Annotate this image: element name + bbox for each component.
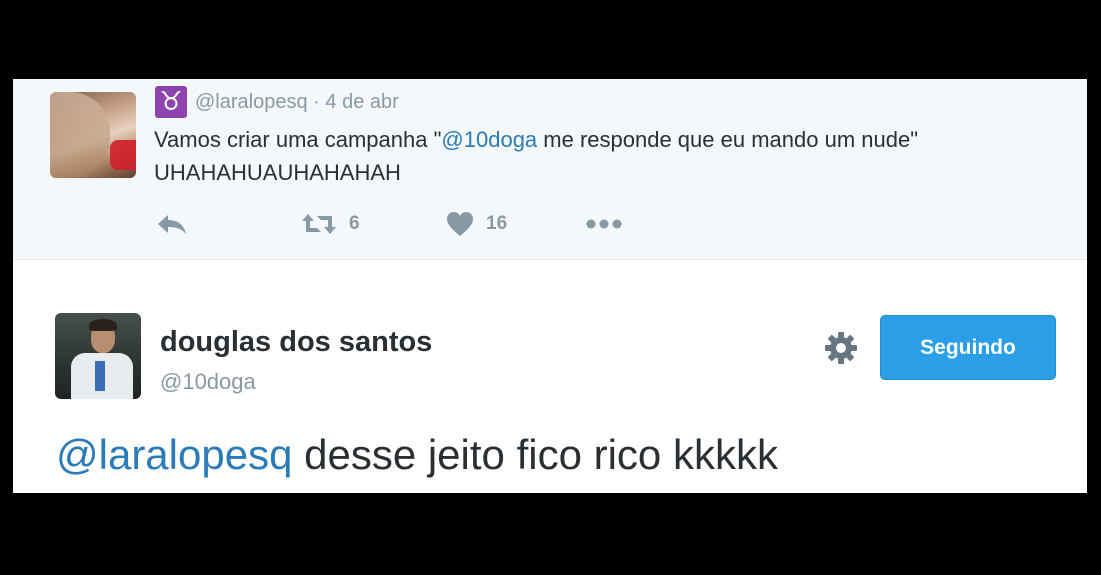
more-icon <box>586 219 622 229</box>
reply-icon <box>158 215 186 234</box>
reply-avatar[interactable] <box>50 92 136 178</box>
heart-icon <box>447 212 473 236</box>
tweet-screenshot: ♉ @laralopesq · 4 de abr Vamos criar uma… <box>13 79 1087 493</box>
reply-text-line2: UHAHAHUAUHAHAHAH <box>154 160 401 185</box>
reply-tweet: ♉ @laralopesq · 4 de abr Vamos criar uma… <box>13 79 1087 260</box>
more-button[interactable] <box>586 206 622 242</box>
retweet-icon <box>302 214 336 234</box>
reply-meta: @laralopesq · 4 de abr <box>195 91 399 114</box>
tweet-body: desse jeito fico rico kkkkk <box>292 431 778 478</box>
reply-date[interactable]: 4 de abr <box>325 91 398 113</box>
tweet-text: @laralopesq desse jeito fico rico kkkkk <box>56 431 778 479</box>
like-button[interactable]: 16 <box>446 206 507 242</box>
like-count: 16 <box>486 213 508 234</box>
taurus-icon: ♉ <box>155 86 187 118</box>
author-name[interactable]: douglas dos santos <box>160 326 432 359</box>
following-button[interactable]: Seguindo <box>880 315 1056 380</box>
retweet-button[interactable]: 6 <box>301 206 360 242</box>
reply-text-after: me responde que eu mando um nude" <box>537 127 919 152</box>
tweet-mention-link[interactable]: @laralopesq <box>56 431 292 478</box>
gear-icon[interactable] <box>824 331 858 365</box>
reply-username[interactable]: @laralopesq <box>195 91 308 113</box>
meta-separator: · <box>313 91 320 113</box>
reply-mention-link[interactable]: @10doga <box>441 127 537 152</box>
author-avatar[interactable] <box>55 313 141 399</box>
author-handle[interactable]: @10doga <box>160 369 256 395</box>
reply-button[interactable] <box>156 206 188 242</box>
retweet-count: 6 <box>349 213 360 234</box>
reply-text-before: Vamos criar uma campanha " <box>154 127 442 152</box>
reply-text: Vamos criar uma campanha "@10doga me res… <box>154 123 1074 189</box>
